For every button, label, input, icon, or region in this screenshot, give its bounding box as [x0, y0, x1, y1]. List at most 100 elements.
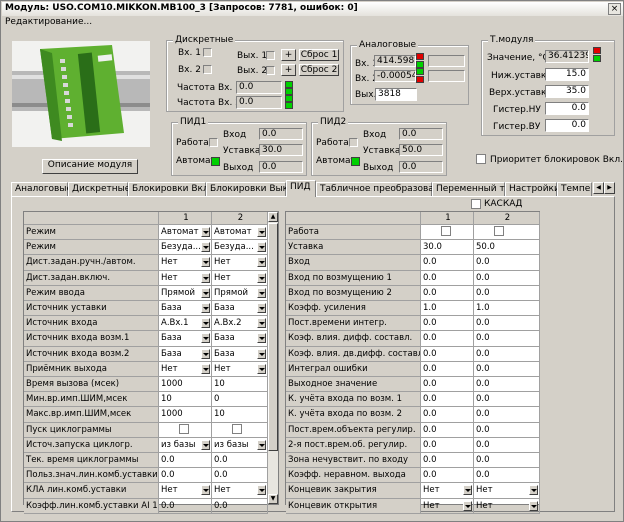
right-row-17-col-2[interactable]: Нет [474, 483, 540, 499]
dropdown-arrow-icon[interactable] [257, 288, 266, 298]
right-row-14-col-2[interactable]: 0.0 [474, 438, 540, 453]
right-row-18-col-1[interactable]: Нет [421, 499, 474, 514]
row-checkbox[interactable] [441, 226, 451, 236]
dropdown-arrow-icon[interactable] [257, 273, 266, 283]
tmod-hyst-vu-input[interactable]: 0.0 [545, 119, 589, 132]
right-row-5-col-1[interactable]: 1.0 [421, 301, 474, 316]
dropdown-arrow-icon[interactable] [529, 501, 538, 511]
left-row-15-col-1[interactable]: 0.0 [159, 453, 212, 468]
right-row-16-col-2[interactable]: 0.0 [474, 468, 540, 483]
right-row-13-col-2[interactable]: 0.0 [474, 423, 540, 438]
dropdown-arrow-icon[interactable] [201, 318, 210, 328]
menu-edit[interactable]: Редактирование... [5, 17, 92, 27]
row-checkbox[interactable] [494, 226, 504, 236]
dropdown-arrow-icon[interactable] [201, 257, 210, 267]
left-row-11-col-2[interactable]: 0 [212, 392, 268, 407]
right-row-7-col-1[interactable]: 0.0 [421, 331, 474, 347]
left-row-13-col-1[interactable] [159, 423, 212, 438]
right-row-15-col-1[interactable]: 0.0 [421, 453, 474, 468]
left-row-3-col-2[interactable]: Нет [212, 271, 268, 286]
right-row-11-col-1[interactable]: 0.0 [421, 392, 474, 407]
dropdown-arrow-icon[interactable] [257, 349, 266, 359]
dropdown-arrow-icon[interactable] [201, 349, 210, 359]
left-row-0-col-2[interactable]: Автомат [212, 225, 268, 240]
dropdown-arrow-icon[interactable] [257, 364, 266, 374]
left-row-18-col-1[interactable]: 0.0 [159, 499, 212, 514]
dropdown-arrow-icon[interactable] [201, 485, 210, 495]
dropdown-arrow-icon[interactable] [257, 318, 266, 328]
dropdown-arrow-icon[interactable] [201, 273, 210, 283]
dropdown-arrow-icon[interactable] [257, 242, 266, 252]
right-row-12-col-2[interactable]: 0.0 [474, 407, 540, 423]
dropdown-arrow-icon[interactable] [463, 501, 472, 511]
left-row-12-col-2[interactable]: 10 [212, 407, 268, 423]
module-description-button[interactable]: Описание модуля [42, 159, 138, 174]
left-row-9-col-1[interactable]: Нет [159, 362, 212, 377]
left-row-16-col-1[interactable]: 0.0 [159, 468, 212, 483]
right-row-9-col-1[interactable]: 0.0 [421, 362, 474, 377]
right-row-10-col-2[interactable]: 0.0 [474, 377, 540, 392]
row-checkbox[interactable] [232, 424, 242, 434]
left-row-2-col-2[interactable]: Нет [212, 255, 268, 271]
left-row-7-col-2[interactable]: База [212, 331, 268, 347]
left-row-17-col-2[interactable]: Нет [212, 483, 268, 499]
dropdown-arrow-icon[interactable] [257, 440, 266, 450]
analog-out-input[interactable]: 3818 [375, 88, 417, 101]
right-row-17-col-1[interactable]: Нет [421, 483, 474, 499]
left-row-5-col-1[interactable]: База [159, 301, 212, 316]
left-row-15-col-2[interactable]: 0.0 [212, 453, 268, 468]
out1-plus-button[interactable]: + [281, 49, 296, 61]
right-row-12-col-1[interactable]: 0.0 [421, 407, 474, 423]
left-row-9-col-2[interactable]: Нет [212, 362, 268, 377]
right-row-4-col-1[interactable]: 0.0 [421, 286, 474, 301]
right-row-2-col-2[interactable]: 0.0 [474, 255, 540, 271]
tmod-hyst-nu-input[interactable]: 0.0 [545, 102, 589, 115]
dropdown-arrow-icon[interactable] [529, 485, 538, 495]
reset2-button[interactable]: Сброс 2 [299, 64, 339, 76]
left-row-4-col-2[interactable]: Прямой [212, 286, 268, 301]
tab-block-on[interactable]: Блокировки Вкл. [128, 182, 212, 196]
right-row-6-col-1[interactable]: 0.0 [421, 316, 474, 331]
right-row-10-col-1[interactable]: 0.0 [421, 377, 474, 392]
right-row-3-col-2[interactable]: 0.0 [474, 271, 540, 286]
left-row-10-col-1[interactable]: 1000 [159, 377, 212, 392]
left-row-2-col-1[interactable]: Нет [159, 255, 212, 271]
right-row-0-col-2[interactable] [474, 225, 540, 240]
left-row-14-col-1[interactable]: из базы [159, 438, 212, 453]
left-row-11-col-1[interactable]: 10 [159, 392, 212, 407]
tab-temperature[interactable]: Темпе [557, 182, 592, 196]
left-row-1-col-1[interactable]: Безуда... [159, 240, 212, 255]
right-row-1-col-2[interactable]: 50.0 [474, 240, 540, 255]
right-row-3-col-1[interactable]: 0.0 [421, 271, 474, 286]
tab-discrete[interactable]: Дискретные [68, 182, 130, 196]
right-row-8-col-2[interactable]: 0.0 [474, 347, 540, 362]
tmod-high-input[interactable]: 35.0 [545, 85, 589, 98]
right-row-11-col-2[interactable]: 0.0 [474, 392, 540, 407]
dropdown-arrow-icon[interactable] [201, 333, 210, 343]
right-row-0-col-1[interactable] [421, 225, 474, 240]
dropdown-arrow-icon[interactable] [257, 257, 266, 267]
row-checkbox[interactable] [179, 424, 189, 434]
tab-block-off[interactable]: Блокировки Выкл. [206, 182, 297, 196]
tab-table-transform[interactable]: Табличное преобразование [316, 182, 451, 196]
dropdown-arrow-icon[interactable] [201, 303, 210, 313]
right-row-4-col-2[interactable]: 0.0 [474, 286, 540, 301]
left-row-16-col-2[interactable]: 0.0 [212, 468, 268, 483]
tab-analog[interactable]: Аналоговые [11, 182, 72, 196]
left-row-14-col-2[interactable]: из базы [212, 438, 268, 453]
cascade-checkbox[interactable] [471, 199, 481, 209]
right-row-6-col-2[interactable]: 0.0 [474, 316, 540, 331]
reset1-button[interactable]: Сброс 1 [299, 49, 339, 61]
dropdown-arrow-icon[interactable] [201, 364, 210, 374]
dropdown-arrow-icon[interactable] [257, 303, 266, 313]
left-row-3-col-1[interactable]: Нет [159, 271, 212, 286]
dropdown-arrow-icon[interactable] [257, 485, 266, 495]
left-row-18-col-2[interactable]: 0.0 [212, 499, 268, 514]
dropdown-arrow-icon[interactable] [201, 288, 210, 298]
tab-ac[interactable]: Переменный ток [432, 182, 516, 196]
dropdown-arrow-icon[interactable] [201, 227, 210, 237]
scroll-down-icon[interactable]: ▼ [268, 494, 278, 504]
left-row-13-col-2[interactable] [212, 423, 268, 438]
left-row-5-col-2[interactable]: База [212, 301, 268, 316]
dropdown-arrow-icon[interactable] [463, 485, 472, 495]
